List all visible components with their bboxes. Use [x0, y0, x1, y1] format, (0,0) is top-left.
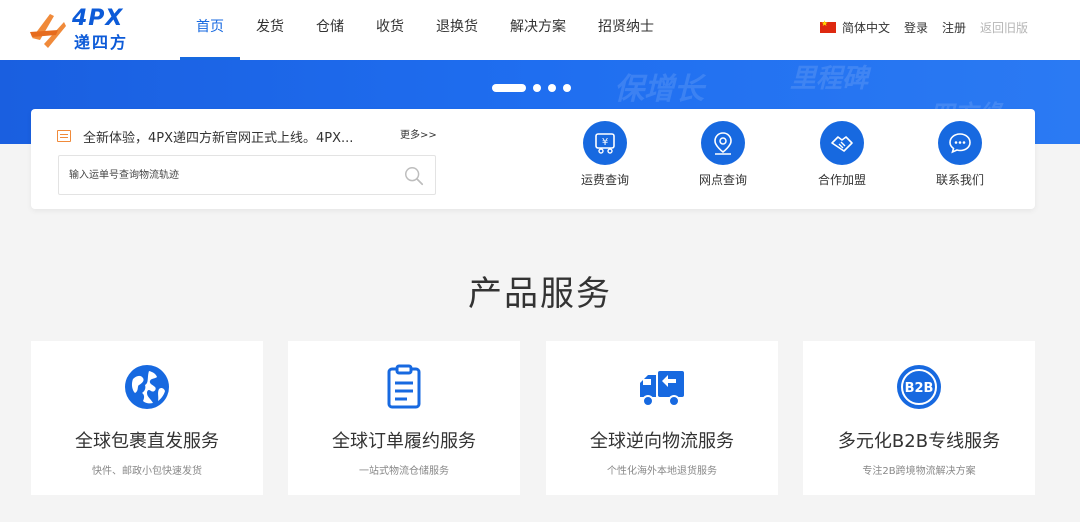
- nav-item-shipping[interactable]: 发货: [240, 0, 300, 60]
- tracking-search-box: [58, 155, 436, 195]
- product-title: 全球包裹直发服务: [75, 431, 219, 452]
- nav-item-returns[interactable]: 退换货: [420, 0, 494, 60]
- product-card-parcel[interactable]: 全球包裹直发服务 快件、邮政小包快速发货: [31, 341, 263, 495]
- nav-item-home[interactable]: 首页: [180, 0, 240, 60]
- nav-item-careers[interactable]: 招贤纳士: [582, 0, 670, 60]
- nav-item-solutions[interactable]: 解决方案: [494, 0, 582, 60]
- quick-link-contact[interactable]: 联系我们: [920, 121, 1000, 188]
- banner-bg-text: 里程碑: [790, 64, 869, 94]
- more-link[interactable]: 更多>>: [400, 126, 437, 141]
- quick-link-freight[interactable]: ¥ 运费查询: [565, 121, 645, 188]
- main-nav: 首页 发货 仓储 收货 退换货 解决方案 招贤纳士: [180, 0, 670, 60]
- announcement-text: 全新体验，4PX递四方新官网正式上线。4PX...: [83, 130, 354, 146]
- product-description: 专注2B跨境物流解决方案: [862, 466, 976, 477]
- language-label: 简体中文: [841, 20, 890, 35]
- product-description: 快件、邮政小包快速发货: [92, 466, 202, 477]
- logo-subtext: 递四方: [74, 33, 129, 52]
- svg-text:¥: ¥: [602, 137, 608, 148]
- b2b-icon: B2B: [893, 361, 945, 413]
- top-right-links: 简体中文 登录 注册 返回旧版: [806, 0, 1028, 54]
- carousel-dot[interactable]: [548, 84, 556, 92]
- china-flag-icon: [819, 19, 836, 33]
- quick-link-partnership[interactable]: 合作加盟: [802, 121, 882, 188]
- freight-icon: ¥: [583, 121, 627, 165]
- nav-item-warehousing[interactable]: 仓储: [300, 0, 360, 60]
- banner-bg-text: 保增长: [614, 72, 704, 107]
- quick-link-outlets[interactable]: 网点查询: [683, 121, 763, 188]
- carousel-dot[interactable]: [533, 84, 541, 92]
- location-icon: [701, 121, 745, 165]
- register-link[interactable]: 注册: [942, 19, 966, 36]
- logo-mark-icon: [30, 14, 66, 48]
- return-truck-icon: [636, 361, 688, 413]
- language-switcher[interactable]: 简体中文: [819, 19, 890, 36]
- product-card-fulfillment[interactable]: 全球订单履约服务 一站式物流仓储服务: [288, 341, 520, 495]
- quick-link-label: 联系我们: [935, 173, 984, 187]
- quick-link-label: 网点查询: [698, 173, 747, 187]
- product-title: 全球订单履约服务: [332, 431, 476, 452]
- chat-icon: [938, 121, 982, 165]
- brand-logo[interactable]: 4PX 递四方: [30, 4, 140, 54]
- tracking-search-input[interactable]: [59, 156, 379, 194]
- search-icon[interactable]: [403, 165, 425, 187]
- clipboard-icon: [378, 361, 430, 413]
- handshake-icon: [820, 121, 864, 165]
- nav-item-receiving[interactable]: 收货: [360, 0, 420, 60]
- login-link[interactable]: 登录: [904, 19, 928, 36]
- old-site-link[interactable]: 返回旧版: [980, 19, 1028, 36]
- product-title: 多元化B2B专线服务: [837, 431, 1001, 452]
- b2b-badge-text: B2B: [905, 381, 934, 396]
- quick-link-label: 运费查询: [580, 173, 629, 187]
- site-header: 4PX 递四方 首页 发货 仓储 收货 退换货 解决方案 招贤纳士 简体中文 登…: [0, 0, 1080, 60]
- announcement[interactable]: 全新体验，4PX递四方新官网正式上线。4PX...: [57, 127, 437, 146]
- product-description: 个性化海外本地退货服务: [607, 466, 717, 477]
- logo-text: 4PX: [72, 6, 124, 31]
- carousel-dot[interactable]: [563, 84, 571, 92]
- tracking-card: 全新体验，4PX递四方新官网正式上线。4PX... 更多>> ¥ 运费查询: [31, 109, 1035, 209]
- product-card-reverse-logistics[interactable]: 全球逆向物流服务 个性化海外本地退货服务: [546, 341, 778, 495]
- globe-icon: [121, 361, 173, 413]
- section-title: 产品服务: [468, 274, 612, 314]
- carousel-dot-active[interactable]: [492, 84, 526, 92]
- product-card-b2b[interactable]: B2B 多元化B2B专线服务 专注2B跨境物流解决方案: [803, 341, 1035, 495]
- product-title: 全球逆向物流服务: [590, 431, 734, 452]
- notice-icon: [57, 130, 71, 142]
- product-description: 一站式物流仓储服务: [359, 466, 449, 477]
- quick-link-label: 合作加盟: [817, 173, 866, 187]
- carousel-indicators: [492, 84, 571, 92]
